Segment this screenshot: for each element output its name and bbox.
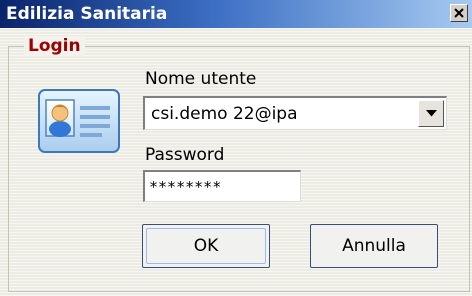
login-group-label: Login bbox=[24, 36, 85, 56]
username-dropdown-button[interactable] bbox=[418, 100, 444, 127]
chevron-down-icon bbox=[426, 110, 437, 117]
login-dialog: Edilizia Sanitaria Login Nome utente csi… bbox=[0, 0, 472, 296]
username-combobox[interactable]: csi.demo 22@ipa bbox=[143, 96, 447, 130]
close-button[interactable] bbox=[450, 4, 468, 22]
cancel-button[interactable]: Annulla bbox=[310, 224, 438, 268]
window-title: Edilizia Sanitaria bbox=[6, 4, 168, 24]
contact-card-icon bbox=[38, 89, 120, 153]
password-field[interactable] bbox=[143, 170, 301, 202]
title-bar[interactable]: Edilizia Sanitaria bbox=[0, 0, 472, 28]
ok-button[interactable]: OK bbox=[142, 224, 270, 268]
close-icon bbox=[454, 8, 464, 18]
password-label: Password bbox=[145, 145, 225, 165]
username-label: Nome utente bbox=[145, 69, 257, 89]
dialog-content: Login Nome utente csi.demo 22@ipa Passwo… bbox=[0, 28, 472, 296]
username-value: csi.demo 22@ipa bbox=[151, 104, 298, 124]
